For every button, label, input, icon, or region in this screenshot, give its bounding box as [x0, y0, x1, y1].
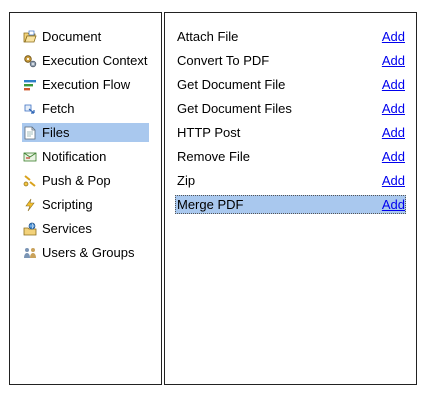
category-item-document[interactable]: Document: [22, 27, 149, 46]
category-item-push-pop[interactable]: Push & Pop: [22, 171, 149, 190]
action-row-merge-pdf[interactable]: Merge PDF Add: [175, 195, 406, 214]
add-link[interactable]: Add: [382, 125, 405, 140]
file-icon: [23, 126, 37, 140]
folder-open-icon: [23, 30, 37, 44]
gears-icon: [23, 54, 37, 68]
category-item-scripting[interactable]: Scripting: [22, 195, 149, 214]
fetch-icon: [23, 102, 37, 116]
action-row-http-post[interactable]: HTTP Post Add: [175, 123, 406, 142]
action-label: Convert To PDF: [177, 53, 270, 68]
action-row-get-document-file[interactable]: Get Document File Add: [175, 75, 406, 94]
action-panel: Attach File Add Convert To PDF Add Get D…: [164, 12, 417, 385]
category-label: Execution Context: [42, 53, 148, 68]
action-label: Remove File: [177, 149, 250, 164]
flow-icon: [23, 78, 37, 92]
action-label: Merge PDF: [177, 197, 244, 212]
action-row-remove-file[interactable]: Remove File Add: [175, 147, 406, 166]
category-item-fetch[interactable]: Fetch: [22, 99, 149, 118]
scripting-icon: [23, 198, 37, 212]
category-item-users-groups[interactable]: Users & Groups: [22, 243, 149, 262]
add-link[interactable]: Add: [382, 197, 405, 212]
push-pop-icon: [23, 174, 37, 188]
category-item-execution-context[interactable]: Execution Context: [22, 51, 149, 70]
category-label: Execution Flow: [42, 77, 131, 92]
action-label: Get Document File: [177, 77, 286, 92]
category-item-files[interactable]: Files: [22, 123, 149, 142]
category-label: Scripting: [42, 197, 93, 212]
action-row-zip[interactable]: Zip Add: [175, 171, 406, 190]
category-list: Document Execution Context Execution Flo…: [22, 27, 149, 267]
action-row-get-document-files[interactable]: Get Document Files Add: [175, 99, 406, 118]
category-item-services[interactable]: Services: [22, 219, 149, 238]
action-row-attach-file[interactable]: Attach File Add: [175, 27, 406, 46]
add-link[interactable]: Add: [382, 101, 405, 116]
action-list: Attach File Add Convert To PDF Add Get D…: [175, 27, 406, 219]
action-row-convert-to-pdf[interactable]: Convert To PDF Add: [175, 51, 406, 70]
action-label: Zip: [177, 173, 196, 188]
add-link[interactable]: Add: [382, 173, 405, 188]
category-panel: Document Execution Context Execution Flo…: [9, 12, 162, 385]
action-label: Attach File: [177, 29, 239, 44]
services-icon: [23, 222, 37, 236]
category-label: Fetch: [42, 101, 75, 116]
add-link[interactable]: Add: [382, 149, 405, 164]
notification-icon: [23, 150, 37, 164]
category-label: Notification: [42, 149, 107, 164]
category-label: Users & Groups: [42, 245, 135, 260]
users-groups-icon: [23, 246, 37, 260]
category-label: Push & Pop: [42, 173, 111, 188]
action-label: Get Document Files: [177, 101, 292, 116]
add-link[interactable]: Add: [382, 53, 405, 68]
category-label: Files: [42, 125, 70, 140]
category-label: Services: [42, 221, 92, 236]
action-label: HTTP Post: [177, 125, 241, 140]
category-item-execution-flow[interactable]: Execution Flow: [22, 75, 149, 94]
add-link[interactable]: Add: [382, 77, 405, 92]
category-label: Document: [42, 29, 102, 44]
category-item-notification[interactable]: Notification: [22, 147, 149, 166]
add-link[interactable]: Add: [382, 29, 405, 44]
